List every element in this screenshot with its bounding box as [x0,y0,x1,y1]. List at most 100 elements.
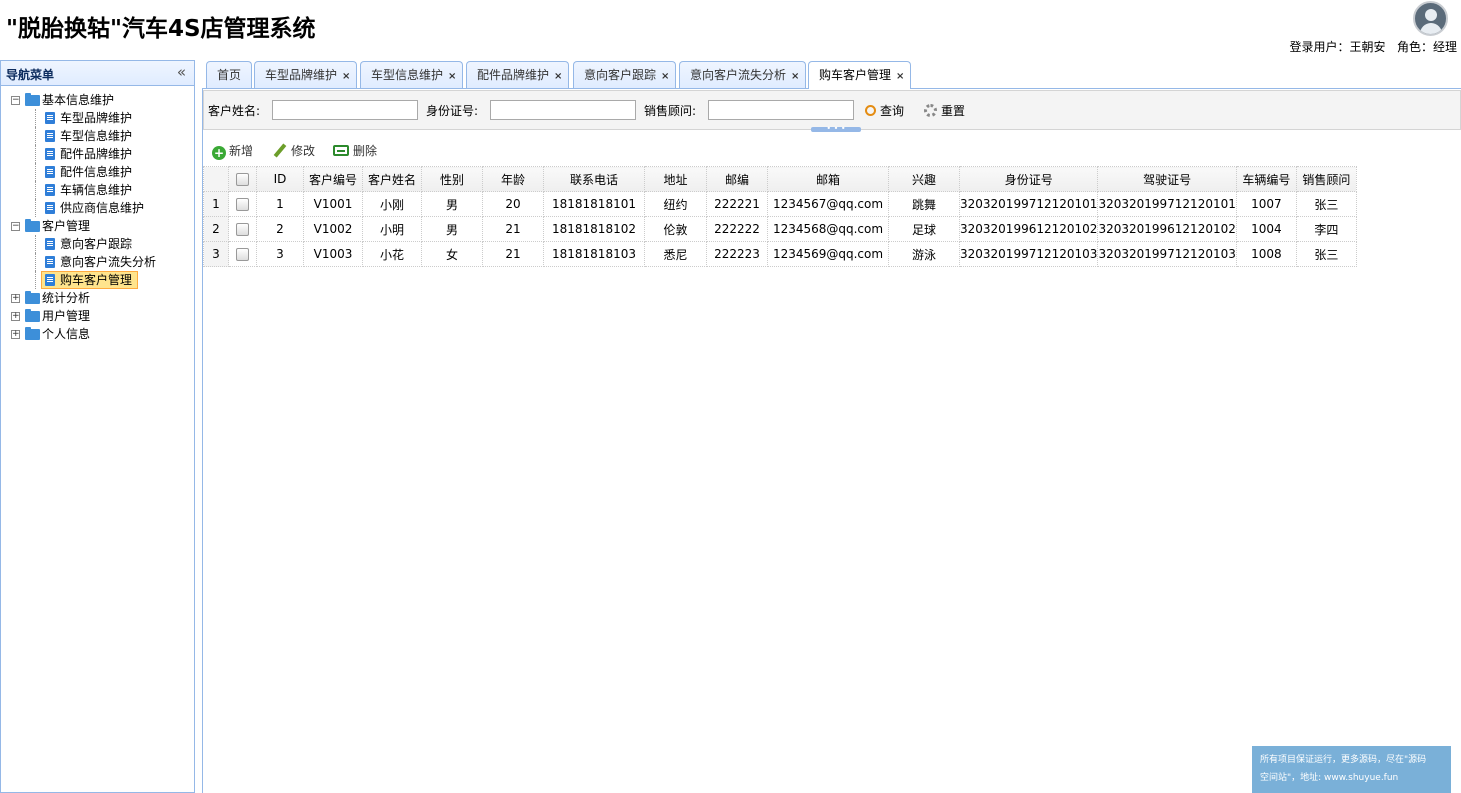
tab-label: 首页 [217,68,242,82]
column-header[interactable]: 客户编号 [303,166,363,192]
column-header[interactable]: 邮箱 [767,166,889,192]
add-button[interactable]: + 新增 [212,142,253,160]
table-cell: 1008 [1235,241,1297,267]
expand-icon[interactable]: + [11,312,20,321]
close-icon[interactable]: × [791,64,799,90]
expand-icon[interactable]: + [11,330,20,339]
table-row[interactable]: 2 2 V1002 小明男 21 18181818102 伦敦 222222 1234568@q… [203,216,1357,242]
table-cell: 222222 [706,216,768,242]
expand-icon[interactable]: + [11,294,20,303]
column-header[interactable]: ID [256,166,304,192]
tree-guide-line [35,199,36,217]
row-checkbox[interactable] [236,223,249,236]
tree-guide-line [35,253,36,271]
nav-group-1[interactable]: − 客户管理 [1,217,194,235]
query-button[interactable]: 查询 [865,102,904,119]
close-icon[interactable]: × [342,64,350,90]
reset-button[interactable]: 重置 [924,102,965,119]
edit-button[interactable]: 修改 [273,142,315,159]
close-icon[interactable]: × [448,64,456,90]
tab-2[interactable]: 车型信息维护 × [360,61,464,90]
row-checkbox[interactable] [236,248,249,261]
close-icon[interactable]: × [661,64,669,90]
row-checkbox-cell[interactable] [228,191,257,217]
column-header[interactable]: 性别 [421,166,483,192]
column-header[interactable]: 销售顾问 [1295,166,1357,192]
table-cell: 1234567@qq.com [767,191,889,217]
row-checkbox-cell[interactable] [228,216,257,242]
column-header[interactable]: 邮编 [706,166,768,192]
nav-title: 导航菜单 [6,68,55,82]
table-cell: 18181818102 [543,216,645,242]
column-header[interactable]: 联系电话 [543,166,645,192]
nav-group-2[interactable]: + 统计分析 [1,289,194,307]
tab-5[interactable]: 意向客户流失分析 × [679,61,807,90]
collapse-left-icon[interactable]: « [177,63,186,81]
collapse-icon[interactable]: − [11,96,20,105]
nav-group-0[interactable]: − 基本信息维护 [1,91,194,109]
nav-item-0-0[interactable]: 车型品牌维护 [1,109,194,127]
column-header[interactable]: 身份证号 [958,166,1099,192]
user-avatar-icon[interactable] [1413,1,1448,36]
tree-guide-line [35,235,36,253]
tab-3[interactable]: 配件品牌维护 × [466,61,570,90]
nav-item-0-4[interactable]: 车辆信息维护 [1,181,194,199]
table-row[interactable]: 3 3 V1003 小花女 21 18181818103 悉尼 222223 1234569@q… [203,241,1357,267]
close-icon[interactable]: × [554,64,562,90]
row-number: 1 [203,191,229,217]
nav-item-0-2[interactable]: 配件品牌维护 [1,145,194,163]
table-cell: 18181818103 [543,241,645,267]
column-header[interactable]: 地址 [644,166,707,192]
folder-icon [25,309,40,322]
table-cell: 跳舞 [888,191,960,217]
nav-group-4[interactable]: + 个人信息 [1,325,194,343]
customer-name-input[interactable] [272,100,418,120]
sales-consultant-label: 销售顾问: [644,104,697,118]
nav-item-1-1[interactable]: 意向客户流失分析 [1,253,194,271]
column-header[interactable]: 年龄 [482,166,544,192]
column-header[interactable]: 车辆编号 [1235,166,1297,192]
table-cell: 1 [256,191,304,217]
nav-item-1-2[interactable]: 购车客户管理 [1,271,194,289]
file-icon [45,112,55,124]
table-cell: 222221 [706,191,768,217]
tab-4[interactable]: 意向客户跟踪 × [573,61,677,90]
select-all-checkbox-cell[interactable] [228,166,257,192]
close-icon[interactable]: × [896,64,904,90]
nav-group-label: 个人信息 [42,327,91,341]
nav-group-label: 用户管理 [42,309,91,323]
nav-group-label: 基本信息维护 [42,93,115,107]
column-header[interactable]: 客户姓名 [362,166,422,192]
tab-label: 购车客户管理 [819,68,892,82]
file-icon [45,274,55,286]
row-checkbox-cell[interactable] [228,241,257,267]
pencil-icon [273,143,287,157]
id-number-input[interactable] [490,100,636,120]
panel-splitter[interactable]: • • • [811,125,861,133]
nav-item-label: 车辆信息维护 [60,183,133,197]
tree-guide-line [35,127,36,145]
table-cell: 1007 [1235,191,1297,217]
tab-0[interactable]: 首页 [206,61,253,88]
row-checkbox[interactable] [236,198,249,211]
table-row[interactable]: 1 1 V1001 小刚男 20 18181818101 纽约 222221 1234567@q… [203,191,1357,217]
nav-item-label: 车型品牌维护 [60,111,133,125]
column-header[interactable]: 驾驶证号 [1097,166,1237,192]
collapse-icon[interactable]: − [11,222,20,231]
nav-item-0-5[interactable]: 供应商信息维护 [1,199,194,217]
folder-icon [25,219,40,232]
tab-1[interactable]: 车型品牌维护 × [254,61,358,90]
main-content: 客户姓名: 身份证号: 销售顾问: 查询 重置 • • • + 新增 修改 删除 … [202,89,1461,793]
delete-button[interactable]: 删除 [333,142,377,159]
role-label: 角色：经理 [1396,40,1457,54]
nav-item-1-0[interactable]: 意向客户跟踪 [1,235,194,253]
nav-item-0-3[interactable]: 配件信息维护 [1,163,194,181]
sales-consultant-input[interactable] [708,100,854,120]
file-icon [45,166,55,178]
nav-item-0-1[interactable]: 车型信息维护 [1,127,194,145]
watermark-line1: 所有项目保证运行，更多源码，尽在"源码 [1260,755,1427,765]
select-all-checkbox[interactable] [236,173,249,186]
tab-6[interactable]: 购车客户管理 × [808,61,912,90]
column-header[interactable]: 兴趣 [888,166,960,192]
nav-group-3[interactable]: + 用户管理 [1,307,194,325]
